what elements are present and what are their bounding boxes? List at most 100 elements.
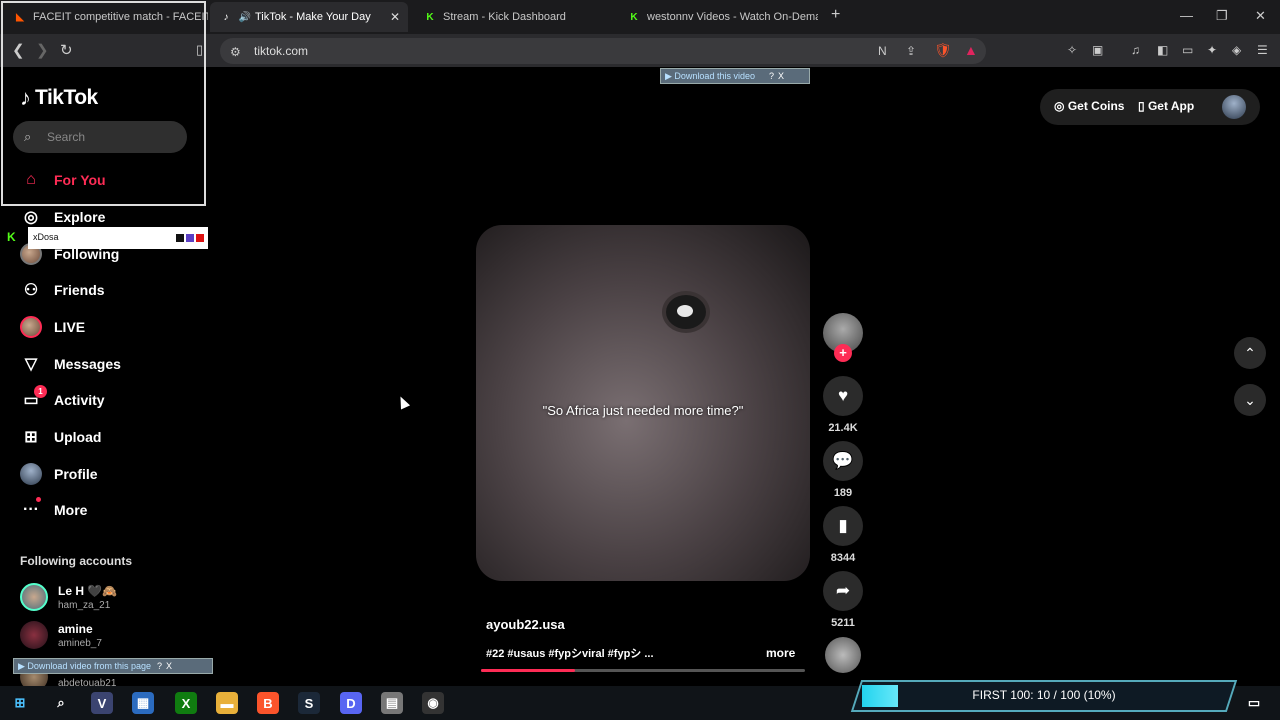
video-progress-bar[interactable] [481, 669, 805, 672]
bookmark-icon[interactable]: ▯ [196, 42, 203, 58]
search-icon[interactable]: ⌕ [50, 692, 72, 714]
kick-icon: K [426, 11, 434, 23]
nav-profile[interactable]: Profile [20, 463, 98, 485]
nav-messages[interactable]: ▽ Messages [20, 353, 121, 375]
music-disc[interactable] [825, 637, 861, 673]
tab-tiktok[interactable]: ♪ 🔊 TikTok - Make Your Day ✕ [210, 2, 408, 32]
tiktok-note-icon: ♪ [20, 85, 31, 110]
reader-icon[interactable]: ▣ [1092, 43, 1103, 57]
notifications-icon[interactable]: ▭ [1243, 692, 1265, 714]
back-icon[interactable]: ❮ [12, 41, 25, 59]
windows-start-icon[interactable]: ⊞ [9, 692, 31, 714]
next-video-button[interactable]: ⌄ [1234, 384, 1266, 416]
get-app-label: Get App [1147, 99, 1195, 113]
share-icon[interactable]: ⇪ [906, 44, 916, 58]
video-frame-detail [666, 295, 706, 329]
address-bar[interactable]: ⚙ tiktok.com Ν ⇪ 🛡 ▲ [220, 38, 986, 64]
close-icon[interactable]: X [778, 71, 784, 81]
video-player[interactable]: "So Africa just needed more time?" [476, 225, 810, 581]
close-window-icon[interactable]: ✕ [1255, 8, 1266, 24]
friends-icon: ⚇ [23, 282, 39, 299]
account-handle: amineb_7 [58, 637, 102, 649]
comment-button[interactable]: 💬 189 [823, 441, 863, 499]
search-input[interactable]: ⌕ Search [13, 121, 187, 153]
avatar [20, 583, 48, 611]
tab-faceit[interactable]: ◣ FACEIT competitive match - FACEIT.c [4, 2, 208, 32]
get-coins-label: Get Coins [1067, 99, 1125, 113]
follow-plus-button[interactable]: + [834, 344, 852, 362]
nav-upload[interactable]: ⊞ Upload [20, 426, 101, 448]
more-button[interactable]: more [766, 646, 795, 660]
activity-icon: ▭ 1 [20, 385, 47, 411]
no-translate-icon[interactable]: Ν [878, 44, 887, 58]
new-tab-button[interactable]: + [831, 6, 840, 24]
tab-kick-videos[interactable]: K westonnv Videos - Watch On-Deman [618, 2, 818, 32]
get-coins-button[interactable]: ◎ Get Coins [1054, 99, 1124, 113]
kick-username: xDosa [33, 232, 59, 242]
store-icon[interactable]: ▦ [132, 692, 154, 714]
vpn-icon[interactable]: ◈ [1232, 43, 1241, 57]
logo-text: TikTok [35, 86, 98, 109]
wallet-icon[interactable]: ▭ [1182, 43, 1193, 57]
browser-tab-strip: ◣ FACEIT competitive match - FACEIT.c ♪ … [0, 0, 1280, 34]
nav-label: For You [54, 172, 106, 188]
following-account[interactable]: amine amineb_7 [20, 621, 102, 649]
nav-more[interactable]: ··· More [20, 497, 87, 521]
browser-toolbar: ❮ ❯ ↻ ▯ ⚙ tiktok.com Ν ⇪ 🛡 ▲ ✧ ▣ ♫ ◧ ▭ ✦… [0, 34, 1280, 67]
following-accounts-title: Following accounts [20, 554, 133, 568]
steam-icon[interactable]: S [298, 692, 320, 714]
stream-goal-widget: FIRST 100: 10 / 100 (10%) [850, 680, 1238, 712]
sidebar-icon[interactable]: ◧ [1157, 43, 1168, 57]
close-tab-icon[interactable]: ✕ [390, 10, 400, 24]
nav-friends[interactable]: ⚇ Friends [20, 279, 105, 301]
search-icon: ⌕ [24, 129, 32, 144]
nav-explore[interactable]: ◎ Explore [20, 206, 105, 228]
tiktok-logo[interactable]: ♪ TikTok [20, 85, 98, 111]
nav-label: Friends [54, 282, 105, 298]
vpn-app-icon[interactable]: V [91, 692, 113, 714]
live-icon [20, 316, 42, 338]
nav-label: Profile [54, 466, 98, 482]
close-icon[interactable]: X [166, 661, 172, 671]
get-app-button[interactable]: ▯ Get App [1138, 99, 1194, 113]
menu-icon[interactable]: ☰ [1257, 43, 1268, 57]
nav-live[interactable]: LIVE [20, 316, 85, 338]
leo-icon[interactable]: ✦ [1207, 43, 1217, 57]
notification-dot [36, 497, 41, 502]
following-account[interactable]: Le H 🖤🙈 ham_za_21 [20, 583, 117, 611]
download-video-label[interactable]: ▶ Download this video [665, 71, 755, 82]
download-page-bar[interactable]: ▶ Download video from this page ? X [13, 658, 213, 674]
nav-label: Upload [54, 429, 102, 445]
reload-icon[interactable]: ↻ [60, 41, 73, 59]
previous-video-button[interactable]: ⌃ [1234, 337, 1266, 369]
brave-icon[interactable]: B [257, 692, 279, 714]
file-explorer-icon[interactable]: ▬ [216, 692, 238, 714]
share-button[interactable]: ➦ 5211 [823, 571, 863, 629]
help-icon[interactable]: ? [157, 661, 162, 671]
heart-icon: ♥ [823, 376, 863, 416]
forward-icon[interactable]: ❯ [36, 41, 49, 59]
nav-for-you[interactable]: ⌂ For You [20, 169, 106, 191]
restore-icon[interactable]: ❐ [1216, 8, 1228, 24]
video-author[interactable]: ayoub22.usa [486, 617, 565, 632]
site-settings-icon[interactable]: ⚙ [230, 45, 241, 59]
nav-label: Messages [54, 356, 121, 372]
xbox-icon[interactable]: X [175, 692, 197, 714]
minimize-icon[interactable]: — [1180, 8, 1193, 23]
mouse-cursor [395, 394, 411, 410]
obs-icon[interactable]: ◉ [422, 692, 444, 714]
media-icon[interactable]: ♫ [1131, 43, 1140, 57]
tab-kick-dashboard[interactable]: K Stream - Kick Dashboard [414, 2, 614, 32]
help-icon[interactable]: ? [769, 71, 774, 81]
nav-activity[interactable]: ▭ 1 Activity [20, 385, 105, 411]
app-icon[interactable]: ▤ [381, 692, 403, 714]
save-button[interactable]: ▮ 8344 [823, 506, 863, 564]
extensions-icon[interactable]: ✧ [1067, 43, 1077, 57]
brave-shields-icon[interactable]: 🛡 [934, 42, 952, 59]
brave-rewards-icon[interactable]: ▲ [964, 42, 978, 58]
user-avatar[interactable] [1222, 95, 1246, 119]
discord-icon[interactable]: D [340, 692, 362, 714]
download-page-label[interactable]: ▶ Download video from this page [18, 661, 151, 672]
like-button[interactable]: ♥ 21.4K [823, 376, 863, 434]
download-video-bar[interactable]: ▶ Download this video ? X [660, 68, 810, 84]
